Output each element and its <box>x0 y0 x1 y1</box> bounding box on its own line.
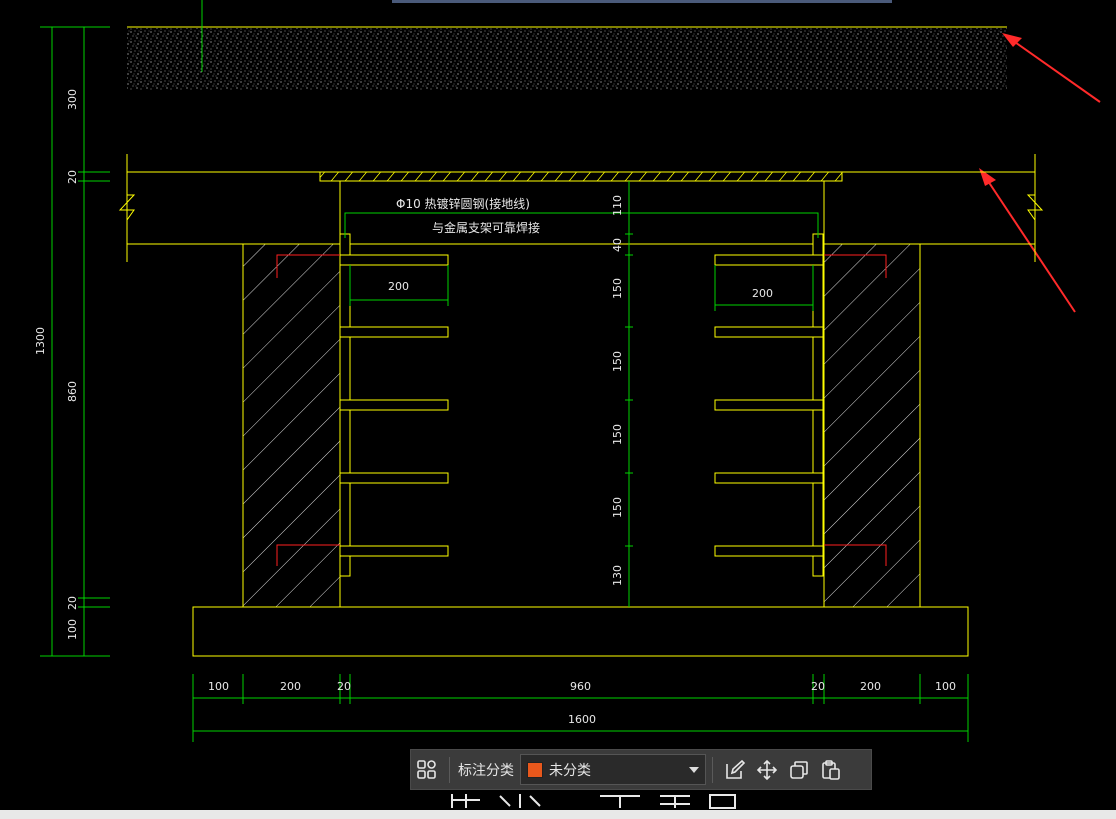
svg-text:100: 100 <box>66 619 79 640</box>
svg-text:200: 200 <box>860 680 881 693</box>
right-wall <box>823 243 921 608</box>
apps-grid-icon[interactable] <box>411 754 443 786</box>
center-dim-line <box>625 181 633 607</box>
svg-text:110: 110 <box>611 195 624 216</box>
svg-text:100: 100 <box>935 680 956 693</box>
copy-icon[interactable] <box>783 754 815 786</box>
note-line1: Φ10 热镀锌圆钢(接地线) <box>396 196 530 211</box>
bracket-dim-left-text: 200 <box>388 280 409 293</box>
svg-text:1600: 1600 <box>568 713 596 726</box>
note-line2: 与金属支架可靠焊接 <box>432 220 540 235</box>
svg-text:1300: 1300 <box>34 327 47 355</box>
status-bar <box>0 810 1116 819</box>
category-dropdown[interactable]: 未分类 <box>520 754 706 785</box>
svg-text:150: 150 <box>611 497 624 518</box>
clipped-title-strokes <box>451 794 736 809</box>
svg-text:20: 20 <box>66 170 79 184</box>
paste-icon[interactable] <box>815 754 847 786</box>
red-arrow-middle <box>979 168 1076 313</box>
right-brackets <box>714 254 824 557</box>
svg-text:200: 200 <box>280 680 301 693</box>
edit-icon[interactable] <box>719 754 751 786</box>
top-title-strip <box>392 0 892 3</box>
svg-text:860: 860 <box>66 381 79 402</box>
svg-text:20: 20 <box>66 596 79 610</box>
center-dims: 110 40 150 150 150 150 130 <box>611 195 624 586</box>
annotation-toolbar: 标注分类 未分类 <box>410 749 872 790</box>
move-icon[interactable] <box>751 754 783 786</box>
svg-text:150: 150 <box>611 424 624 445</box>
bottom-dims: 100 200 20 960 20 200 100 1600 <box>208 680 956 726</box>
toolbar-separator <box>449 756 450 783</box>
category-value: 未分类 <box>549 762 591 779</box>
svg-text:130: 130 <box>611 565 624 586</box>
cad-drawing-canvas[interactable]: Φ10 热镀锌圆钢(接地线) 与金属支架可靠焊接 200 200 110 40 … <box>0 0 1116 819</box>
chevron-down-icon <box>689 766 699 773</box>
svg-text:300: 300 <box>66 89 79 110</box>
toolbar-separator <box>712 756 713 783</box>
svg-text:150: 150 <box>611 278 624 299</box>
left-dim-lines <box>40 26 110 657</box>
svg-text:100: 100 <box>208 680 229 693</box>
grounding-wire <box>344 212 819 238</box>
left-wall <box>242 243 341 608</box>
svg-text:150: 150 <box>611 351 624 372</box>
svg-text:20: 20 <box>337 680 351 693</box>
left-dims: 1300 300 20 860 20 100 <box>34 89 79 640</box>
category-color-swatch <box>527 761 543 778</box>
base-slab <box>192 606 969 657</box>
red-arrow-top <box>1002 33 1101 103</box>
soil-layer <box>127 26 1007 90</box>
svg-text:40: 40 <box>611 238 624 252</box>
svg-text:20: 20 <box>811 680 825 693</box>
bracket-dim-right-text: 200 <box>752 287 773 300</box>
svg-text:960: 960 <box>570 680 591 693</box>
category-label: 标注分类 <box>458 762 514 779</box>
